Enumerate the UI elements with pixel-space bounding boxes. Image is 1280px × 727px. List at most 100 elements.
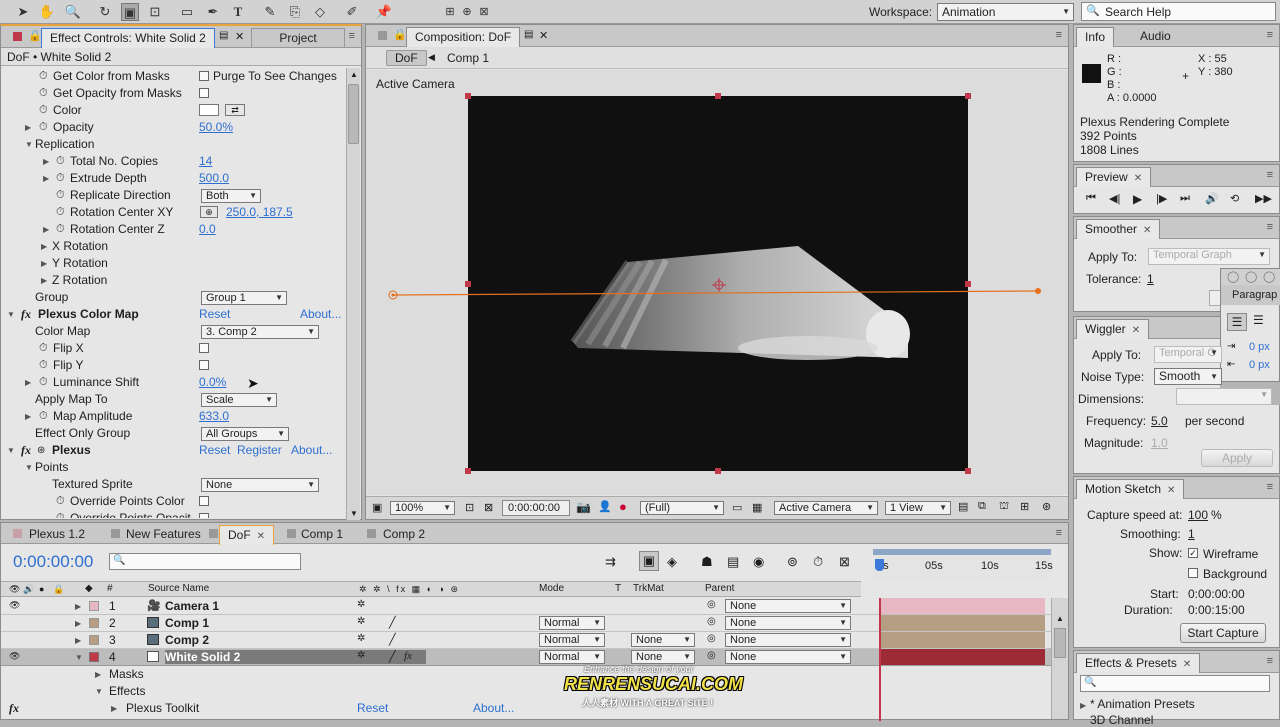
- plexus-toolkit-reset-link[interactable]: Reset: [357, 701, 388, 715]
- zoom-dropdown[interactable]: 100%: [390, 501, 455, 515]
- close-icon[interactable]: ✕: [539, 29, 548, 42]
- layer-label-color[interactable]: [89, 618, 99, 628]
- eraser-tool-icon[interactable]: ◇: [311, 3, 329, 21]
- composition-menu-icon[interactable]: ▤: [524, 29, 533, 40]
- layer-duration-bar[interactable]: [881, 649, 1045, 665]
- layer-mode-dropdown[interactable]: Normal: [539, 650, 605, 664]
- next-frame-icon[interactable]: |▶: [1156, 192, 1167, 205]
- layer-parent-dropdown[interactable]: None: [725, 650, 851, 664]
- workspace-dropdown[interactable]: Animation: [937, 3, 1074, 21]
- quality-switch-icon[interactable]: ╱: [389, 633, 396, 646]
- layer-parent-dropdown[interactable]: None: [725, 616, 851, 630]
- breadcrumb-dof[interactable]: DoF: [386, 50, 427, 66]
- puppet-pin-tool-icon[interactable]: 📌: [375, 3, 393, 21]
- clone-stamp-tool-icon[interactable]: ⎘: [286, 3, 304, 21]
- loop-icon[interactable]: ⟲: [1230, 192, 1239, 205]
- stopwatch-icon[interactable]: ⏱: [56, 153, 65, 170]
- tab-info[interactable]: Info: [1076, 27, 1115, 47]
- timeline-scrollbar[interactable]: ▲: [1051, 598, 1068, 719]
- frame-blending-icon[interactable]: ▤: [727, 554, 739, 570]
- expand-triangle-icon[interactable]: ▶: [25, 408, 31, 425]
- layer-parent-dropdown[interactable]: None: [725, 599, 851, 613]
- expand-triangle-icon[interactable]: ▶: [43, 170, 49, 187]
- collapse-triangle-icon[interactable]: ▼: [75, 653, 83, 662]
- wiggler-apply-to-dropdown[interactable]: Temporal G: [1154, 346, 1222, 363]
- collapse-triangle-icon[interactable]: ▼: [7, 306, 15, 323]
- layer-parent-dropdown[interactable]: None: [725, 633, 851, 647]
- panel-menu-icon[interactable]: ≡: [1267, 29, 1273, 41]
- hide-shy-layers-icon[interactable]: ☗: [701, 554, 713, 570]
- tab-wiggler[interactable]: Wiggler ✕: [1076, 319, 1150, 339]
- pick-whip-icon[interactable]: ◎: [707, 616, 716, 627]
- always-preview-icon[interactable]: ▣: [372, 501, 382, 514]
- show-snapshot-icon[interactable]: 👤: [598, 500, 612, 513]
- fx-switch-icon[interactable]: fx: [404, 650, 412, 662]
- shy-switch-icon[interactable]: ✲: [357, 599, 365, 610]
- time-ruler[interactable]: 0s 05s 10s 15s: [873, 549, 1053, 579]
- expand-triangle-icon[interactable]: ▶: [25, 374, 31, 391]
- comp-mini-flowchart-icon[interactable]: ⇉: [605, 554, 616, 570]
- align-center-icon[interactable]: ☰: [1253, 313, 1264, 327]
- indent-right-value[interactable]: 0 px: [1249, 359, 1270, 371]
- tab-dof[interactable]: DoF ✕: [219, 525, 275, 545]
- effect-controls-scrollbar[interactable]: ▲ ▼: [346, 68, 360, 520]
- expand-triangle-icon[interactable]: ▶: [75, 602, 81, 611]
- plexus-toolkit-about-link[interactable]: About...: [473, 701, 514, 715]
- world-axis-mode-icon[interactable]: ⊕: [458, 3, 476, 21]
- shy-switch-icon[interactable]: ✲: [357, 633, 365, 644]
- eyedropper-icon[interactable]: ⇄: [225, 104, 245, 116]
- expand-triangle-icon[interactable]: ▶: [25, 119, 31, 136]
- live-update-icon[interactable]: ▣: [639, 551, 659, 571]
- layer-handle[interactable]: [715, 93, 721, 99]
- scrollbar-thumb[interactable]: [348, 84, 359, 144]
- pan-behind-tool-icon[interactable]: ⊡: [146, 3, 164, 21]
- color-map-dropdown[interactable]: 3. Comp 2: [201, 325, 319, 339]
- get-opacity-from-masks-checkbox[interactable]: [199, 88, 209, 98]
- hand-tool-icon[interactable]: ✋: [38, 3, 56, 21]
- layer-name[interactable]: White Solid 2: [165, 650, 427, 664]
- flip-x-checkbox[interactable]: [199, 343, 209, 353]
- breadcrumb-comp1[interactable]: Comp 1: [447, 51, 489, 65]
- collapse-triangle-icon[interactable]: ▼: [7, 442, 15, 459]
- luminance-shift-value[interactable]: 0.0%: [199, 374, 226, 391]
- layer-mode-dropdown[interactable]: Normal: [539, 633, 605, 647]
- noise-type-dropdown[interactable]: Smooth: [1154, 368, 1222, 385]
- scroll-down-icon[interactable]: ▼: [350, 509, 358, 518]
- brainstorm-icon[interactable]: ⊚: [787, 554, 798, 570]
- mask-visibility-icon[interactable]: ⊠: [484, 501, 493, 514]
- start-capture-button[interactable]: Start Capture: [1180, 623, 1266, 643]
- layer-handle[interactable]: [965, 281, 971, 287]
- tab-effects-presets[interactable]: Effects & Presets ✕: [1076, 653, 1201, 673]
- tab-preview[interactable]: Preview ✕: [1076, 167, 1152, 187]
- stopwatch-icon[interactable]: ⏱: [39, 408, 48, 425]
- zoom-tool-icon[interactable]: 🔍: [64, 3, 82, 21]
- scroll-up-icon[interactable]: ▲: [350, 70, 358, 79]
- tab-paragraph[interactable]: Paragrap: [1232, 289, 1277, 301]
- layer-trkmat-dropdown[interactable]: None: [631, 633, 695, 647]
- panel-menu-icon[interactable]: ≡: [1267, 169, 1273, 181]
- roto-brush-tool-icon[interactable]: ✐: [343, 3, 361, 21]
- minimize-window-icon[interactable]: ◯: [1245, 270, 1257, 283]
- close-icon[interactable]: ✕: [257, 531, 265, 542]
- tab-comp1[interactable]: Comp 1: [293, 525, 351, 545]
- layer-handle[interactable]: [465, 281, 471, 287]
- expand-triangle-icon[interactable]: ▶: [1080, 701, 1086, 710]
- expand-triangle-icon[interactable]: ▶: [41, 255, 47, 272]
- layer-handle[interactable]: [465, 468, 471, 474]
- expand-triangle-icon[interactable]: ▶: [43, 221, 49, 238]
- search-help-field[interactable]: 🔍 Search Help: [1081, 2, 1276, 21]
- eye-icon[interactable]: 👁: [9, 651, 20, 662]
- resolution-dropdown[interactable]: (Full): [640, 501, 724, 515]
- layer-handle[interactable]: [965, 468, 971, 474]
- close-icon[interactable]: ✕: [1167, 485, 1175, 496]
- layer-duration-bar[interactable]: [881, 632, 1045, 648]
- layer-row-selected[interactable]: 👁 ▼ 4 White Solid 2 ✲ ╱ fx Normal None ◎…: [1, 649, 1051, 666]
- stopwatch-auto-keyframe-icon[interactable]: ⏱: [813, 554, 823, 570]
- layer-mode-dropdown[interactable]: Normal: [539, 616, 605, 630]
- expand-triangle-icon[interactable]: ▶: [41, 272, 47, 289]
- expand-triangle-icon[interactable]: ▶: [41, 238, 47, 255]
- plexus-color-map-about-link[interactable]: About...: [300, 306, 341, 323]
- quality-switch-icon[interactable]: ╱: [389, 616, 396, 629]
- pick-whip-icon[interactable]: ◎: [707, 599, 716, 610]
- audio-column-icon[interactable]: 🔊: [23, 582, 34, 596]
